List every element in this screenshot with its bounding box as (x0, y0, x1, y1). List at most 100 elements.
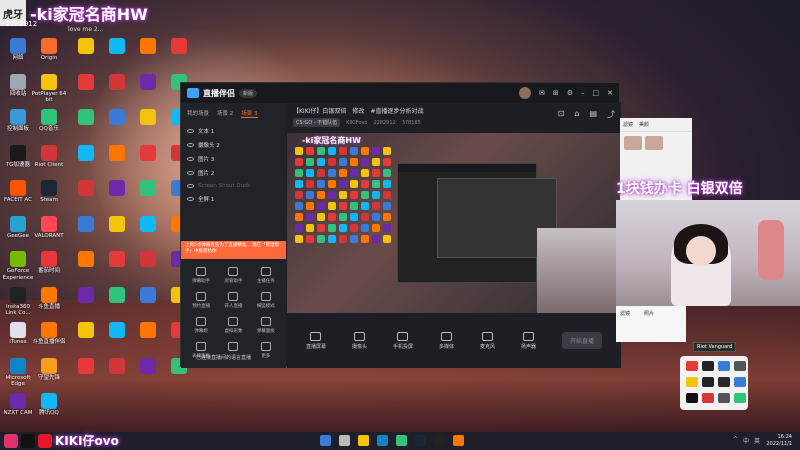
gift-icon[interactable]: ⊞ (553, 89, 559, 97)
version-pill[interactable]: 新版 (239, 88, 258, 98)
tray-app-icon[interactable] (702, 377, 714, 387)
game-tag[interactable]: CS:GO - 不错队伍 (293, 118, 341, 127)
tool-button[interactable]: 更多 (250, 342, 282, 359)
tray-app-icon[interactable] (734, 377, 746, 387)
tab-scene-2[interactable]: 场景 3 (241, 109, 258, 118)
tray-app-icon[interactable] (734, 393, 746, 403)
eye-icon[interactable] (187, 197, 194, 201)
lang-icon[interactable]: 英 (754, 436, 760, 445)
mail-icon[interactable]: ✉ (539, 89, 545, 97)
desktop-icon[interactable] (161, 38, 197, 55)
tool-button[interactable]: 房管助手 (217, 267, 249, 284)
desktop-icon[interactable]: QQ音乐 (31, 109, 67, 133)
minimize-icon[interactable]: – (581, 89, 585, 97)
settings-icon[interactable]: ⚙ (567, 89, 573, 97)
taskbar-app-icon[interactable] (358, 435, 369, 446)
filter-item-0[interactable]: 滤镜 (620, 310, 630, 338)
taskbar-app-icon[interactable] (396, 435, 407, 446)
tool-button[interactable]: 预约直播 (185, 292, 217, 309)
tray-app-icon[interactable] (718, 393, 730, 403)
taskbar-app-icon[interactable] (415, 435, 426, 446)
screen-capture-button[interactable]: 直播屏幕 (306, 331, 326, 350)
notice-banner[interactable]: 上周5点弹幕有些为了直播精准... 现在「管理帮手」中推荐给你 (181, 241, 286, 259)
preview-icon (306, 158, 314, 166)
scene-item[interactable]: 摄像头 2 (181, 138, 286, 152)
camera-button[interactable]: 摄像头 (352, 331, 367, 350)
lock-icon[interactable]: ⊡ (558, 109, 565, 120)
speaker-button[interactable]: 扬声器 (521, 331, 536, 350)
desktop-icon[interactable]: VALORANT (31, 215, 67, 240)
tool-label: 弹幕面板 (256, 329, 275, 334)
tray-app-icon[interactable] (702, 361, 714, 371)
taskbar-app-icon[interactable] (320, 435, 331, 446)
store-icon[interactable]: ⌂ (574, 109, 579, 120)
taskbar-app-icon[interactable] (434, 435, 445, 446)
tray-app-icon[interactable] (702, 393, 714, 403)
preview-overlay-name: -ki家冠名商HW (302, 136, 361, 145)
desktop-icon[interactable]: 斗鱼直播 (31, 286, 67, 311)
eye-icon[interactable] (187, 143, 194, 147)
tool-button[interactable]: 横竖模式 (250, 292, 282, 309)
tab-scene-0[interactable]: 我的场景 (187, 109, 209, 118)
stats-icon[interactable]: ▤ (589, 109, 597, 120)
tray-app-icon[interactable] (734, 361, 746, 371)
phone-cast-button[interactable]: 手机投屏 (393, 331, 413, 350)
tool-button[interactable]: 开人直播 (217, 292, 249, 309)
tray-app-icon[interactable] (686, 393, 698, 403)
media-button[interactable]: 多媒体 (439, 331, 454, 350)
tray-app-icon[interactable] (686, 361, 698, 371)
tool-button[interactable]: 弹幕面板 (250, 317, 282, 334)
desktop-icon[interactable]: Origin (31, 38, 67, 62)
filter-item-1[interactable]: 照片 (644, 310, 654, 338)
tool-grid: 弹幕助手 房管助手 主播任务 预约直播 开人直播 横竖模式 弹幕姬 虚拟形象 弹幕面板 表情面板更… (181, 263, 286, 363)
maximize-icon[interactable]: □ (593, 89, 600, 97)
room-tag-edit[interactable]: 修改 (352, 106, 364, 115)
scene-item[interactable]: Screen Shout Duck (181, 180, 286, 192)
preview-icon (339, 180, 347, 188)
desktop-icon[interactable]: 守望先锋 (31, 357, 67, 382)
close-icon[interactable]: ✕ (607, 89, 613, 97)
desktop-icon[interactable]: 斗鱼直播伴侣 (31, 322, 67, 346)
ime-icon[interactable]: 中 (743, 436, 749, 445)
tool-button[interactable]: 虚拟形象 (217, 317, 249, 334)
room-tag-topic[interactable]: #直播逐步分析对战 (370, 106, 423, 115)
desktop-icon[interactable]: Steam (31, 180, 67, 204)
scene-item[interactable]: 全屏 1 (181, 192, 286, 206)
stream-preview[interactable]: -ki家冠名商HW (287, 133, 621, 313)
tray-chevron-icon[interactable]: ^ (733, 436, 738, 445)
share-icon[interactable]: ⤴ (607, 109, 615, 120)
desktop-icon[interactable]: 番茄时间 (31, 251, 67, 275)
tab-filter[interactable]: 滤镜 (623, 121, 633, 128)
tray-app-icon[interactable] (718, 361, 730, 371)
app-icon (78, 109, 94, 125)
webcam-feed (616, 200, 800, 306)
eye-icon[interactable] (187, 157, 194, 161)
eye-icon[interactable] (187, 171, 194, 175)
tool-button[interactable]: 弹幕姬 (185, 317, 217, 334)
taskbar-app-icon[interactable] (453, 435, 464, 446)
tray-app-icon[interactable] (686, 377, 698, 387)
tool-button[interactable]: 主播任务 (250, 267, 282, 284)
tray-app-icon[interactable] (718, 377, 730, 387)
desktop-icon[interactable]: PotPlayer 64 bit (31, 73, 67, 104)
scene-item[interactable]: 图片 3 (181, 152, 286, 166)
filter-thumb-2 (645, 136, 663, 150)
clock[interactable]: 16:24 2022/11/1 (766, 434, 792, 448)
microphone-button[interactable]: 麦克风 (480, 331, 495, 350)
eye-icon[interactable] (187, 129, 194, 133)
filter-thumb-1 (624, 136, 642, 150)
desktop-icon[interactable]: Riot Client (31, 144, 67, 169)
preview-icon-grid (295, 147, 391, 243)
avatar[interactable] (518, 87, 531, 99)
desktop-top-text: love me 2... (68, 26, 104, 33)
start-stream-button[interactable]: 开始直播 (561, 332, 602, 349)
tab-beauty[interactable]: 美颜 (639, 121, 649, 128)
taskbar-app-icon[interactable] (339, 435, 350, 446)
scene-item[interactable]: 文本 1 (181, 124, 286, 138)
tab-scene-1[interactable]: 场景 2 (217, 109, 233, 118)
tool-button[interactable]: 弹幕助手 (185, 267, 217, 284)
scene-item[interactable]: 图片 2 (181, 166, 286, 180)
eye-icon[interactable] (187, 184, 194, 188)
desktop-icon[interactable]: 腾讯QQ (31, 393, 67, 417)
taskbar-app-icon[interactable] (377, 435, 388, 446)
